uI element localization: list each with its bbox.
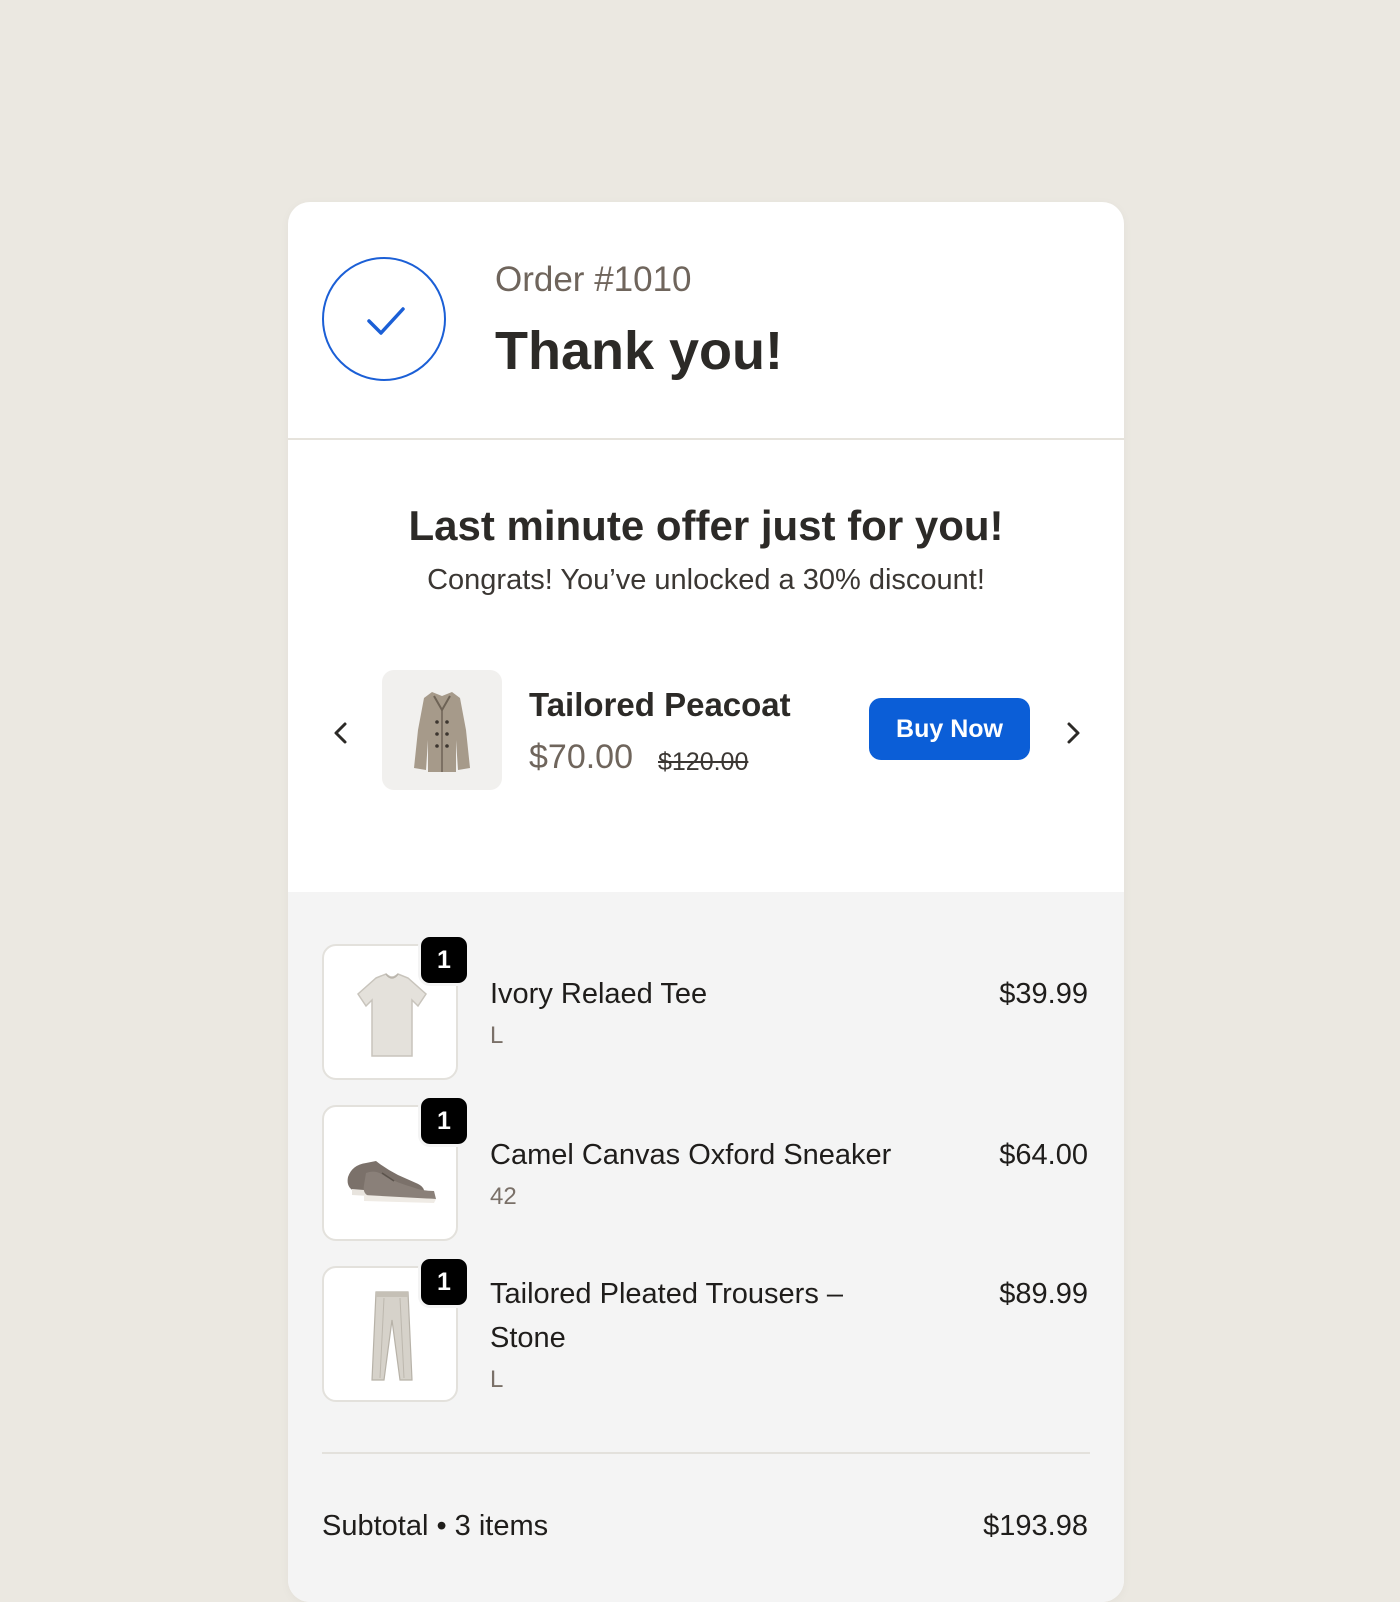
- item-name: Ivory Relaed Tee: [490, 978, 708, 1010]
- peacoat-image: [382, 670, 502, 790]
- chevron-left-icon[interactable]: [326, 718, 356, 748]
- offer-price: $70.00: [529, 738, 633, 776]
- item-price: $39.99: [999, 978, 1088, 1010]
- item-variant: L: [490, 1366, 504, 1393]
- item-price: $89.99: [999, 1278, 1088, 1310]
- offer-title: Last minute offer just for you!: [408, 502, 1004, 549]
- item-name: Camel Canvas Oxford Sneaker: [490, 1139, 892, 1171]
- upsell-offer: Last minute offer just for you! Congrats…: [288, 440, 1124, 892]
- offer-original-price: $120.00: [658, 748, 749, 776]
- item-variant: L: [490, 1022, 504, 1049]
- quantity-badge: 1: [418, 1256, 470, 1308]
- subtotal-value: $193.98: [983, 1510, 1088, 1542]
- order-summary: 1 Ivory Relaed Tee L $39.99 1 Camel Canv…: [288, 892, 1124, 1602]
- order-number: Order #1010: [495, 260, 692, 299]
- item-name: Tailored Pleated Trousers – Stone: [490, 1278, 844, 1354]
- offer-product-name: Tailored Peacoat: [529, 686, 791, 723]
- check-icon: [322, 257, 446, 381]
- quantity-badge: 1: [418, 1095, 470, 1147]
- quantity-badge: 1: [418, 934, 470, 986]
- chevron-right-icon[interactable]: [1058, 718, 1088, 748]
- order-header: Order #1010 Thank you!: [288, 202, 1124, 440]
- item-variant: 42: [490, 1183, 517, 1210]
- order-status-card: Order #1010 Thank you! Last minute offer…: [288, 202, 1124, 1602]
- item-price: $64.00: [999, 1139, 1088, 1171]
- offer-subtitle: Congrats! You’ve unlocked a 30% discount…: [427, 564, 985, 596]
- page-title: Thank you!: [495, 321, 784, 381]
- divider: [322, 1452, 1090, 1454]
- buy-now-button[interactable]: Buy Now: [869, 698, 1030, 760]
- subtotal-label: Subtotal • 3 items: [322, 1510, 549, 1542]
